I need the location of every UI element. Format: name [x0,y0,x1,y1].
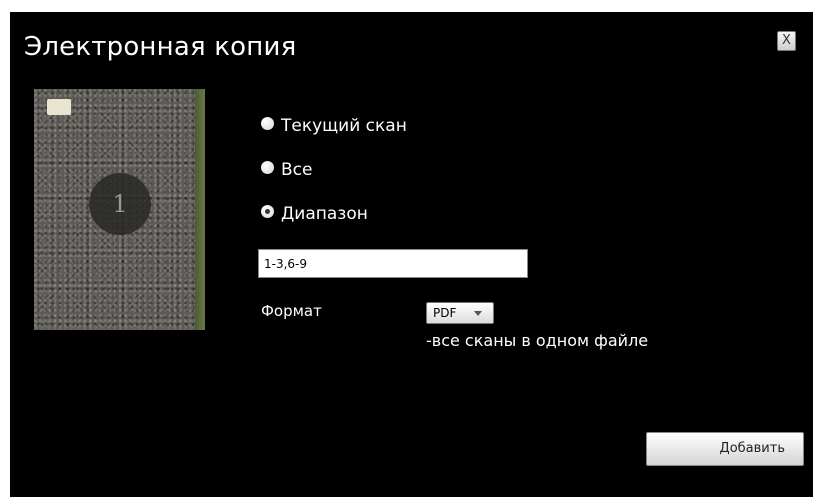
radio-range[interactable] [261,204,274,218]
format-dropdown[interactable]: PDF [426,302,494,324]
dialog-title: Электронная копия [24,32,297,62]
option-label: Диапазон [281,204,368,224]
option-label: Все [281,160,313,180]
scan-thumbnail: 1 [34,89,205,330]
add-button[interactable]: Добавить [646,432,804,466]
option-label: Текущий скан [281,116,407,136]
option-range[interactable]: Диапазон [261,203,368,225]
thumbnail-sticker [47,99,71,115]
radio-current-scan[interactable] [261,116,274,130]
page-number: 1 [112,190,128,218]
radio-all[interactable] [261,160,274,174]
format-description: -все сканы в одном файле [426,331,649,350]
chevron-down-icon [474,311,482,316]
format-selected-value: PDF [433,306,457,320]
close-button[interactable]: X [777,31,796,51]
option-all[interactable]: Все [261,159,312,181]
electronic-copy-dialog: Электронная копия X 1 Текущий скан Все Д… [10,12,813,497]
range-input[interactable] [258,249,528,278]
option-current-scan[interactable]: Текущий скан [261,115,407,137]
format-label: Формат [261,302,322,320]
thumbnail-edge [195,89,205,330]
